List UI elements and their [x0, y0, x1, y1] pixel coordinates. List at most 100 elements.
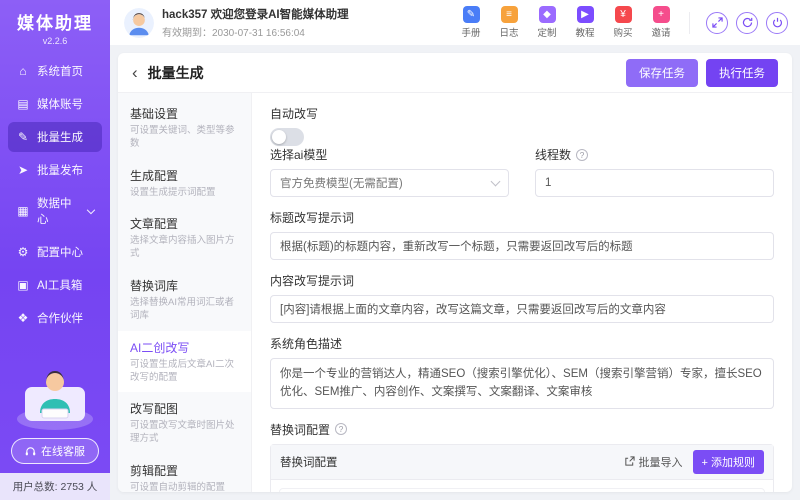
main-area: hack357 欢迎您登录AI智能媒体助理 有效期到：2030-07-31 16…	[110, 0, 800, 500]
content-card: ‹ 批量生成 保存任务 执行任务 基础设置 可设置关键词、类型等参数 生成配置 …	[118, 53, 792, 492]
replace-config-panel: 替换词配置 批量导入 + 添加规则	[270, 443, 774, 492]
online-support-label: 在线客服	[41, 446, 85, 458]
header-actions: ✎ 手册 ≡ 日志 ◆ 定制 ▶ 教程 ¥ 购买 + 邀请	[453, 6, 788, 39]
tutorial-icon: ▶	[576, 6, 594, 23]
manual-icon: ✎	[462, 6, 480, 23]
invite-label: 邀请	[651, 28, 671, 39]
threads-input[interactable]	[535, 169, 774, 197]
validity-text: 有效期到：2030-07-31 16:56:04	[162, 28, 305, 39]
replace-config-label: 替换词配置 ?	[270, 421, 774, 438]
run-task-button[interactable]: 执行任务	[706, 58, 778, 87]
sidebar-nav: ⌂ 系统首页 ▤ 媒体账号 ✎ 批量生成 ➤ 批量发布 ▦ 数据中心 ⚙ 配置中…	[0, 50, 110, 336]
sidebar-footer: 在线客服 用户总数: 2753 人	[0, 357, 110, 500]
tutorial-label: 教程	[575, 28, 595, 39]
chevron-down-icon	[86, 205, 96, 214]
edit-icon: ✎	[17, 130, 29, 144]
tutorial-button[interactable]: ▶ 教程	[567, 6, 603, 39]
headset-icon	[25, 446, 36, 455]
card-body: 基础设置 可设置关键词、类型等参数 生成配置 设置生成提示词配置 文章配置 选择…	[118, 93, 792, 492]
power-icon	[772, 17, 782, 28]
welcome-text: hack357 欢迎您登录AI智能媒体助理	[162, 9, 349, 21]
submenu-item-basic-settings[interactable]: 基础设置 可设置关键词、类型等参数	[118, 97, 251, 159]
app-window: 媒体助理 v2.2.6 ⌂ 系统首页 ▤ 媒体账号 ✎ 批量生成 ➤ 批量发布 …	[0, 0, 800, 500]
ai-model-select[interactable]: 官方免费模型(无需配置)	[270, 169, 509, 197]
media-account-icon: ▤	[17, 97, 29, 111]
refresh-button[interactable]	[736, 11, 758, 34]
replace-config-title: 替换词配置	[280, 456, 338, 469]
power-button[interactable]	[766, 11, 788, 34]
sidebar-item-ai-toolbox[interactable]: ▣ AI工具箱	[8, 270, 102, 300]
info-icon[interactable]: ?	[576, 148, 589, 161]
content-prompt-input[interactable]	[270, 295, 774, 323]
user-info: hack357 欢迎您登录AI智能媒体助理 有效期到：2030-07-31 16…	[124, 6, 349, 39]
add-rule-button[interactable]: + 添加规则	[692, 449, 764, 474]
auto-rewrite-label: 自动改写	[270, 107, 319, 121]
top-header: hack357 欢迎您登录AI智能媒体助理 有效期到：2030-07-31 16…	[110, 0, 800, 45]
submenu-item-generate-config[interactable]: 生成配置 设置生成提示词配置	[118, 159, 251, 208]
replace-rule-row: →	[279, 487, 765, 492]
online-support-button[interactable]: 在线客服	[11, 438, 99, 464]
sidebar-item-batch-generate[interactable]: ✎ 批量生成	[8, 122, 102, 152]
submenu-item-replace-lexicon[interactable]: 替换词库 选择替换AI常用词汇或者词库	[118, 269, 251, 331]
sidebar-item-batch-publish[interactable]: ➤ 批量发布	[8, 155, 102, 185]
sidebar: 媒体助理 v2.2.6 ⌂ 系统首页 ▤ 媒体账号 ✎ 批量生成 ➤ 批量发布 …	[0, 0, 110, 500]
sidebar-item-label: 配置中心	[37, 247, 83, 259]
batch-import-button[interactable]: 批量导入	[624, 454, 683, 470]
import-icon	[624, 456, 635, 466]
invite-button[interactable]: + 邀请	[643, 6, 679, 39]
app-version: v2.2.6	[42, 36, 68, 46]
log-label: 日志	[499, 28, 519, 39]
rewrite-config-form: 自动改写 选择ai模型 官方免费模型(无需配置) 线程数 ? 1 标题改写提示词…	[252, 93, 792, 492]
submenu-item-rewrite-images[interactable]: 改写配图 可设置改写文章时图片处理方式	[118, 392, 251, 454]
customize-icon: ◆	[538, 6, 556, 23]
sidebar-item-label: 合作伙伴	[37, 313, 83, 325]
title-prompt-label: 标题改写提示词	[270, 211, 355, 225]
submenu-item-clip-config[interactable]: 剪辑配置 可设置自动剪辑的配置	[118, 454, 251, 492]
sidebar-item-label: AI工具箱	[37, 280, 83, 292]
replace-rules-list: →	[271, 480, 773, 492]
ai-model-value: 官方免费模型(无需配置)	[280, 178, 403, 190]
sidebar-item-label: 批量发布	[37, 165, 83, 177]
content-prompt-label: 内容改写提示词	[270, 274, 355, 288]
threads-label: 线程数 ?	[535, 146, 774, 163]
customize-button[interactable]: ◆ 定制	[529, 6, 565, 39]
avatar	[124, 7, 154, 38]
log-icon: ≡	[500, 6, 518, 23]
sidebar-item-home[interactable]: ⌂ 系统首页	[8, 56, 102, 86]
chevron-down-icon	[490, 176, 501, 186]
sidebar-item-partners[interactable]: ❖ 合作伙伴	[8, 303, 102, 333]
page-title: 批量生成	[147, 64, 204, 81]
send-icon: ➤	[17, 163, 29, 177]
app-logo-text: 媒体助理	[17, 14, 93, 33]
manual-label: 手册	[461, 28, 481, 39]
purchase-button[interactable]: ¥ 购买	[605, 6, 641, 39]
info-icon[interactable]: ?	[335, 423, 348, 436]
system-role-label: 系统角色描述	[270, 337, 343, 351]
home-icon: ⌂	[19, 64, 27, 78]
manual-button[interactable]: ✎ 手册	[453, 6, 489, 39]
partner-icon: ❖	[17, 311, 29, 325]
settings-submenu: 基础设置 可设置关键词、类型等参数 生成配置 设置生成提示词配置 文章配置 选择…	[118, 93, 252, 492]
sidebar-item-media-accounts[interactable]: ▤ 媒体账号	[8, 89, 102, 119]
gear-icon: ⚙	[17, 245, 29, 259]
sidebar-item-label: 数据中心	[37, 198, 72, 226]
sidebar-item-config-center[interactable]: ⚙ 配置中心	[8, 237, 102, 267]
card-header: ‹ 批量生成 保存任务 执行任务	[118, 53, 792, 93]
sidebar-item-label: 系统首页	[37, 66, 83, 78]
title-prompt-input[interactable]	[270, 232, 774, 260]
save-task-button[interactable]: 保存任务	[626, 58, 698, 87]
user-count: 用户总数: 2753 人	[0, 473, 110, 500]
system-role-textarea[interactable]: 你是一个专业的营销达人，精通SEO（搜索引擎优化）、SEM（搜索引擎营销）专家，…	[270, 358, 774, 409]
divider	[689, 11, 690, 34]
sidebar-item-data-center[interactable]: ▦ 数据中心	[8, 188, 102, 234]
auto-rewrite-toggle[interactable]	[270, 128, 304, 146]
invite-icon: +	[652, 6, 670, 23]
cart-icon: ¥	[614, 6, 632, 23]
submenu-item-article-config[interactable]: 文章配置 选择文章内容插入图片方式	[118, 207, 251, 269]
log-button[interactable]: ≡ 日志	[491, 6, 527, 39]
submenu-item-ai-rewrite[interactable]: AI二创改写 可设置生成后文章AI二次改写的配置	[118, 330, 251, 393]
fullscreen-button[interactable]	[706, 11, 728, 34]
toggle-knob	[272, 130, 286, 144]
back-button[interactable]: ‹	[132, 64, 138, 81]
replace-config-header: 替换词配置 批量导入 + 添加规则	[271, 444, 773, 480]
